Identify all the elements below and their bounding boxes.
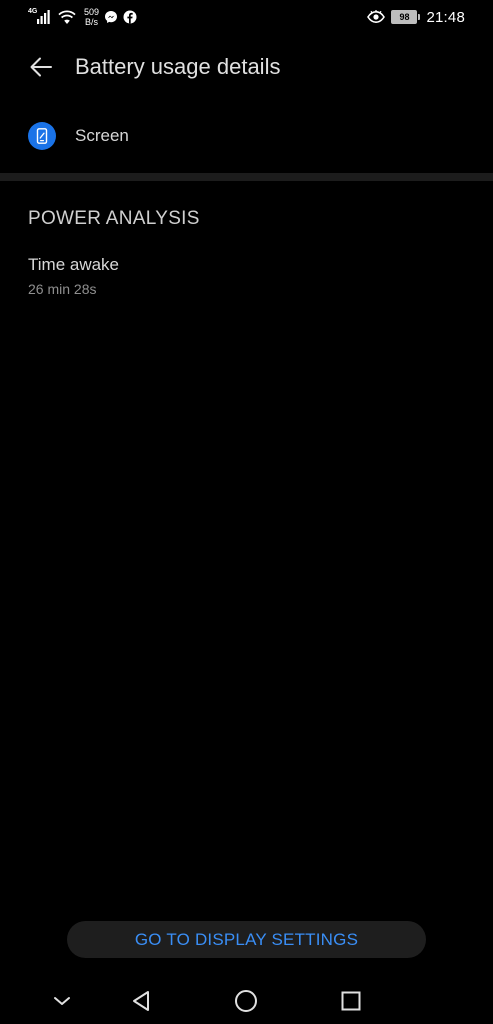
battery-indicator: 98 bbox=[391, 10, 421, 24]
network-speed: 509 B/s bbox=[84, 7, 99, 27]
battery-tip bbox=[418, 14, 421, 20]
nav-recents-button[interactable] bbox=[337, 987, 365, 1015]
phone-screen-icon bbox=[28, 122, 56, 150]
status-bar-left: 4G 509 B/s bbox=[28, 5, 137, 29]
status-bar-right: 98 21:48 bbox=[367, 6, 465, 28]
net-speed-value: 509 bbox=[84, 7, 100, 17]
time-awake-value: 26 min 28s bbox=[28, 281, 97, 297]
square-recents-icon bbox=[341, 991, 361, 1011]
signal-bars-icon bbox=[37, 10, 50, 24]
nav-back-button[interactable] bbox=[127, 987, 155, 1015]
net-speed-unit: B/s bbox=[85, 17, 99, 27]
circle-home-icon bbox=[235, 990, 257, 1012]
cell-signal: 4G bbox=[28, 8, 52, 26]
status-clock: 21:48 bbox=[426, 8, 465, 26]
app-bar: Battery usage details bbox=[0, 34, 493, 100]
app-info-row: Screen bbox=[0, 110, 493, 162]
status-bar: 4G 509 B/s 98 21:48 bbox=[0, 0, 493, 34]
page-title: Battery usage details bbox=[75, 54, 281, 79]
messenger-icon bbox=[105, 11, 118, 23]
phone-glyph bbox=[36, 128, 48, 144]
back-button[interactable] bbox=[26, 52, 56, 82]
go-to-display-settings-button[interactable]: GO TO DISPLAY SETTINGS bbox=[67, 921, 426, 958]
eye-icon bbox=[367, 10, 386, 24]
facebook-icon bbox=[123, 10, 137, 24]
app-name: Screen bbox=[75, 126, 129, 145]
nav-collapse-button[interactable] bbox=[48, 987, 76, 1015]
chevron-down-icon bbox=[54, 997, 70, 1005]
nav-home-button[interactable] bbox=[232, 987, 260, 1015]
time-awake-label: Time awake bbox=[28, 255, 120, 274]
wifi-icon bbox=[58, 10, 76, 24]
navigation-bar bbox=[0, 975, 493, 1024]
triangle-back-icon bbox=[133, 991, 149, 1011]
arrow-left-icon bbox=[30, 57, 52, 77]
battery-level: 98 bbox=[391, 10, 418, 24]
power-analysis-header: POWER ANALYSIS bbox=[28, 208, 200, 229]
section-divider bbox=[0, 173, 493, 181]
